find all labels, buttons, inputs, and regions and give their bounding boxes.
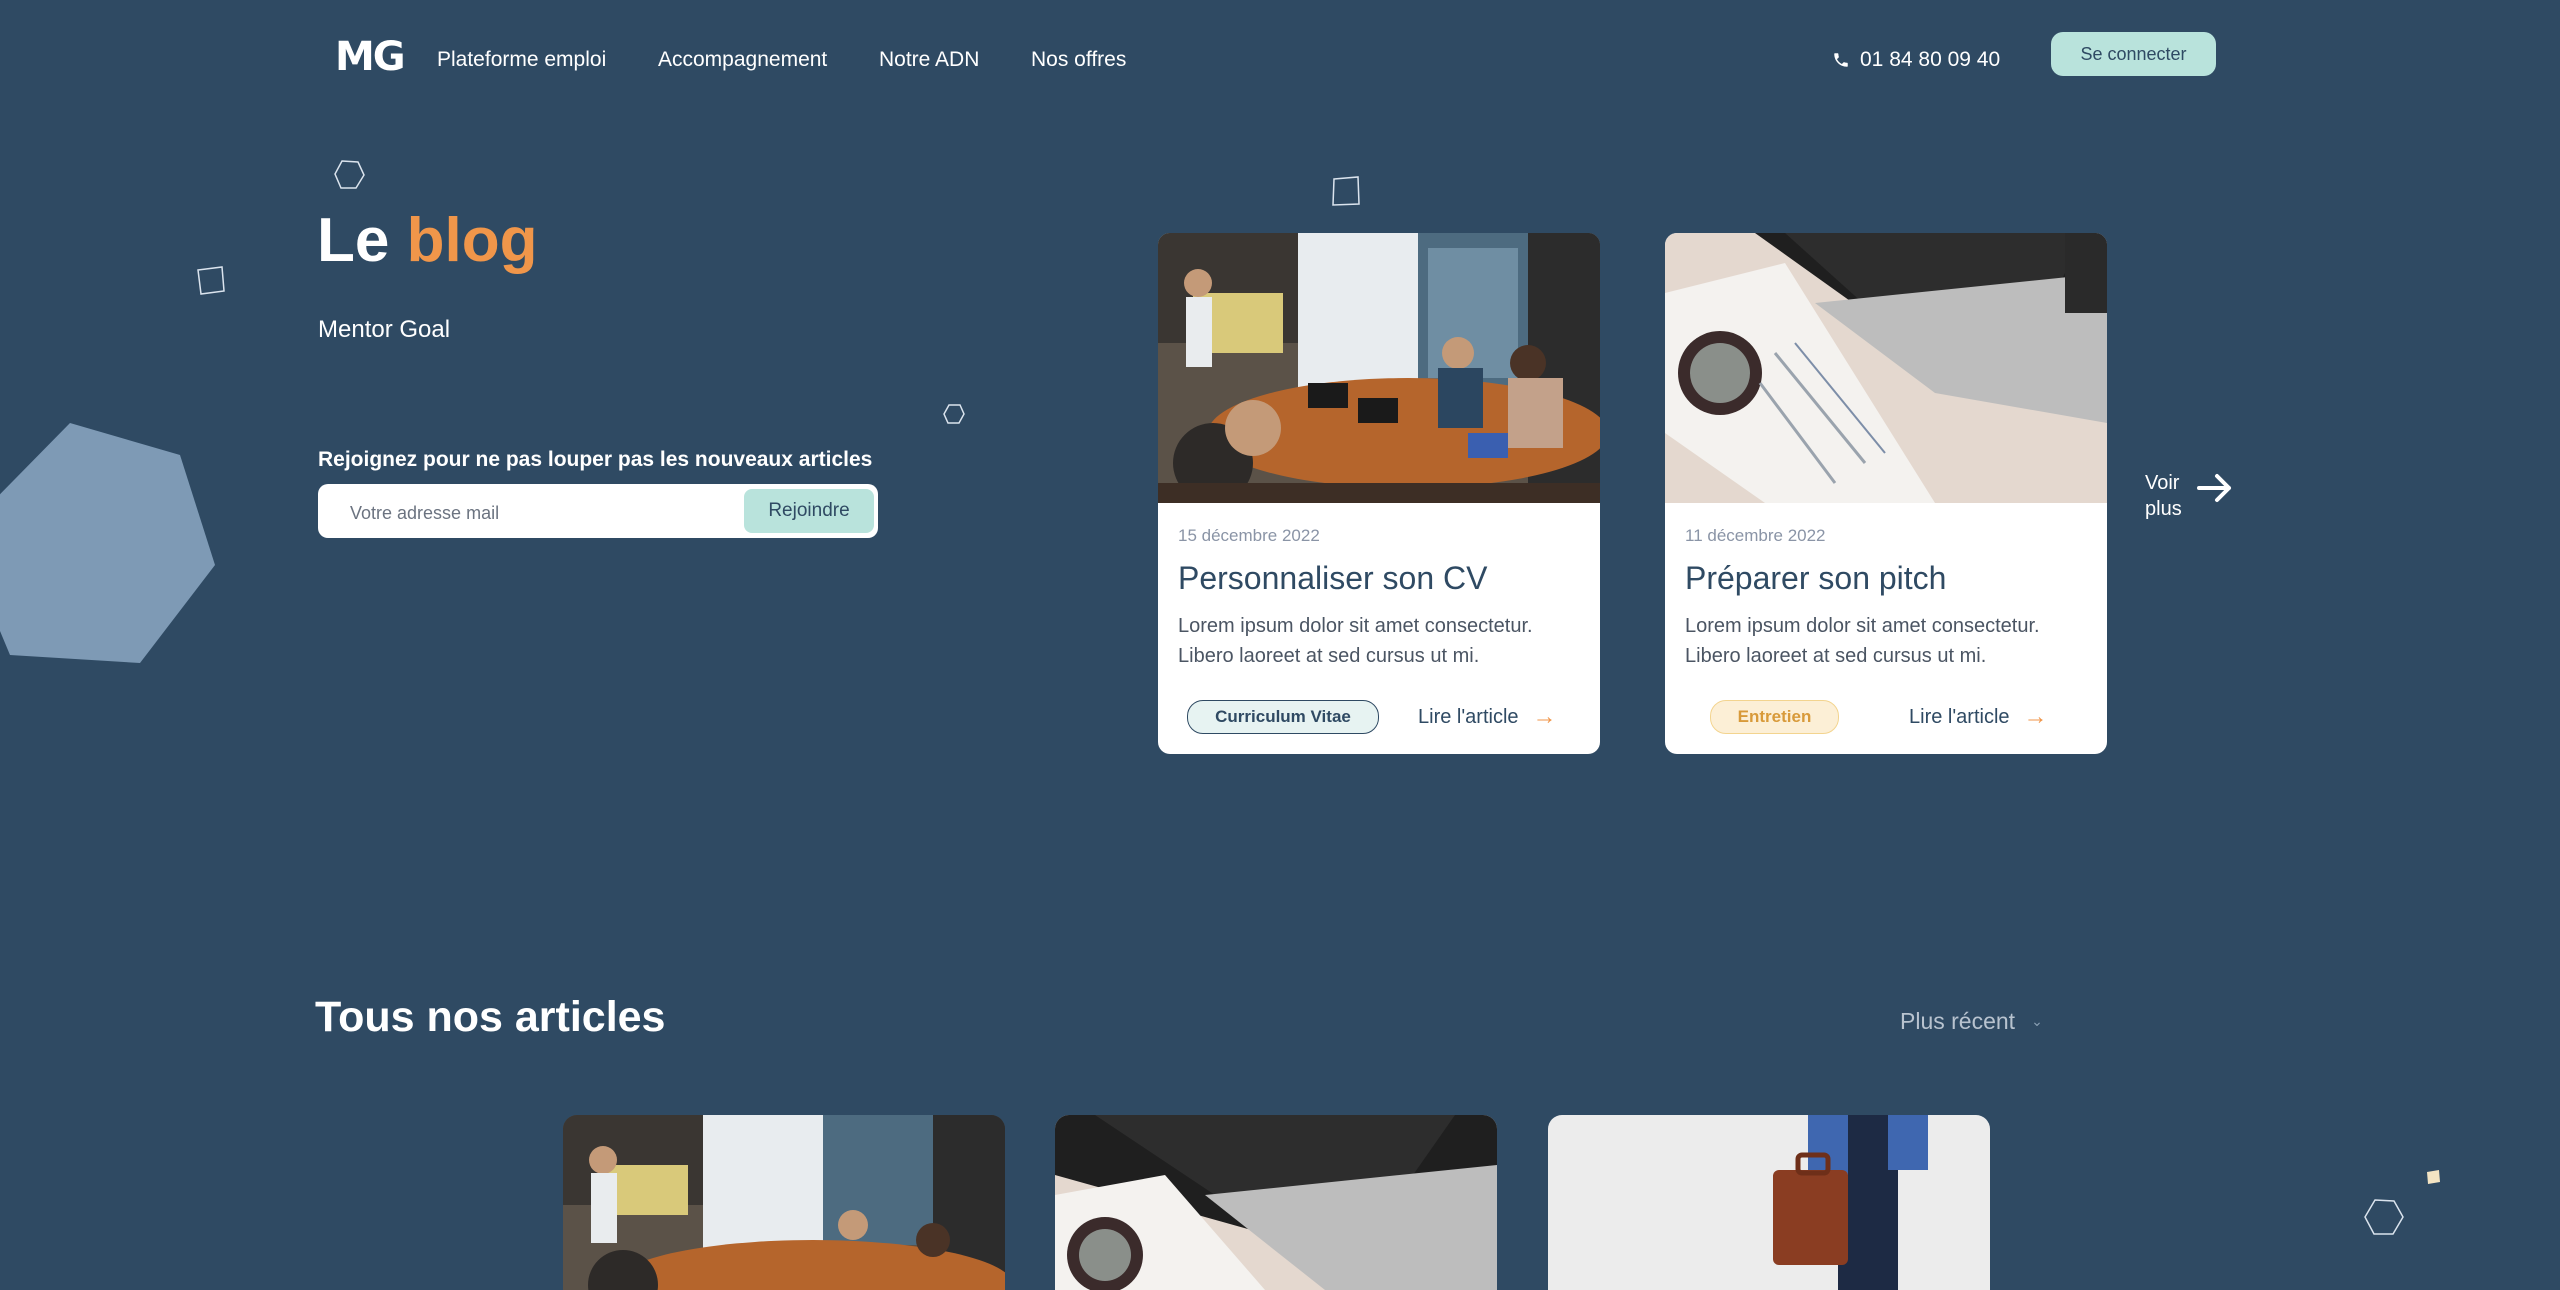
- newsletter-label: Rejoignez pour ne pas louper pas les nou…: [318, 448, 873, 471]
- phone-number: 01 84 80 09 40: [1860, 48, 2001, 71]
- title-prefix: Le: [317, 206, 390, 275]
- chevron-down-icon: ⌄: [2031, 1013, 2043, 1029]
- article-card[interactable]: [563, 1115, 1005, 1290]
- section-title: Tous nos articles: [315, 993, 666, 1041]
- join-button[interactable]: Rejoindre: [744, 489, 874, 533]
- nav-notre-adn[interactable]: Notre ADN: [879, 48, 979, 72]
- sort-dropdown[interactable]: Plus récent ⌄: [1900, 1008, 2043, 1035]
- decor-square-outline: [1332, 176, 1360, 206]
- decor-hexagon-outline: [334, 160, 365, 189]
- title-accent: blog: [406, 206, 538, 275]
- category-tag[interactable]: Curriculum Vitae: [1187, 700, 1379, 734]
- decor-square-filled: [2427, 1170, 2440, 1184]
- article-excerpt: Lorem ipsum dolor sit amet consectetur. …: [1178, 615, 1533, 667]
- arrow-right-icon: →: [2023, 703, 2048, 730]
- arrow-right-icon[interactable]: [2195, 468, 2235, 515]
- page-subtitle: Mentor Goal: [318, 316, 451, 343]
- phone-contact[interactable]: 01 84 80 09 40: [1832, 48, 2000, 72]
- laptop-resume-photo: [1055, 1115, 1497, 1290]
- read-article-link[interactable]: Lire l'article →: [1909, 703, 2048, 731]
- page-title: Le blog: [317, 205, 537, 276]
- sort-label: Plus récent: [1900, 1008, 2016, 1034]
- article-title[interactable]: Personnaliser son CV: [1178, 560, 1487, 597]
- decor-square-outline: [197, 266, 225, 295]
- meeting-photo: [1158, 233, 1600, 503]
- logo[interactable]: MG: [335, 34, 406, 80]
- businessman-briefcase-photo: [1548, 1115, 1990, 1290]
- featured-card[interactable]: 15 décembre 2022 Personnaliser son CV Lo…: [1158, 233, 1600, 754]
- read-article-link[interactable]: Lire l'article →: [1418, 703, 1557, 731]
- decor-hexagon-outline: [943, 404, 965, 424]
- article-excerpt: Lorem ipsum dolor sit amet consectetur. …: [1685, 615, 2040, 667]
- login-button[interactable]: Se connecter: [2051, 32, 2216, 76]
- article-title[interactable]: Préparer son pitch: [1685, 560, 1946, 597]
- article-card[interactable]: [1548, 1115, 1990, 1290]
- category-tag[interactable]: Entretien: [1710, 700, 1839, 734]
- read-article-label: Lire l'article: [1418, 705, 1519, 728]
- article-date: 11 décembre 2022: [1685, 526, 1826, 545]
- article-card[interactable]: [1055, 1115, 1497, 1290]
- decor-hexagon-outline: [2364, 1199, 2404, 1235]
- meeting-photo: [563, 1115, 1005, 1290]
- see-more-link[interactable]: Voir plus: [2145, 470, 2189, 522]
- nav-plateforme-emploi[interactable]: Plateforme emploi: [437, 48, 606, 72]
- nav-accompagnement[interactable]: Accompagnement: [658, 48, 827, 72]
- arrow-right-icon: →: [1532, 703, 1557, 730]
- read-article-label: Lire l'article: [1909, 705, 2010, 728]
- nav-nos-offres[interactable]: Nos offres: [1031, 48, 1126, 72]
- decor-pentagon: [0, 423, 215, 663]
- article-date: 15 décembre 2022: [1178, 526, 1320, 545]
- laptop-resume-photo: [1665, 233, 2107, 503]
- phone-icon: [1834, 53, 1848, 67]
- featured-card[interactable]: 11 décembre 2022 Préparer son pitch Lore…: [1665, 233, 2107, 754]
- email-input[interactable]: [348, 500, 732, 526]
